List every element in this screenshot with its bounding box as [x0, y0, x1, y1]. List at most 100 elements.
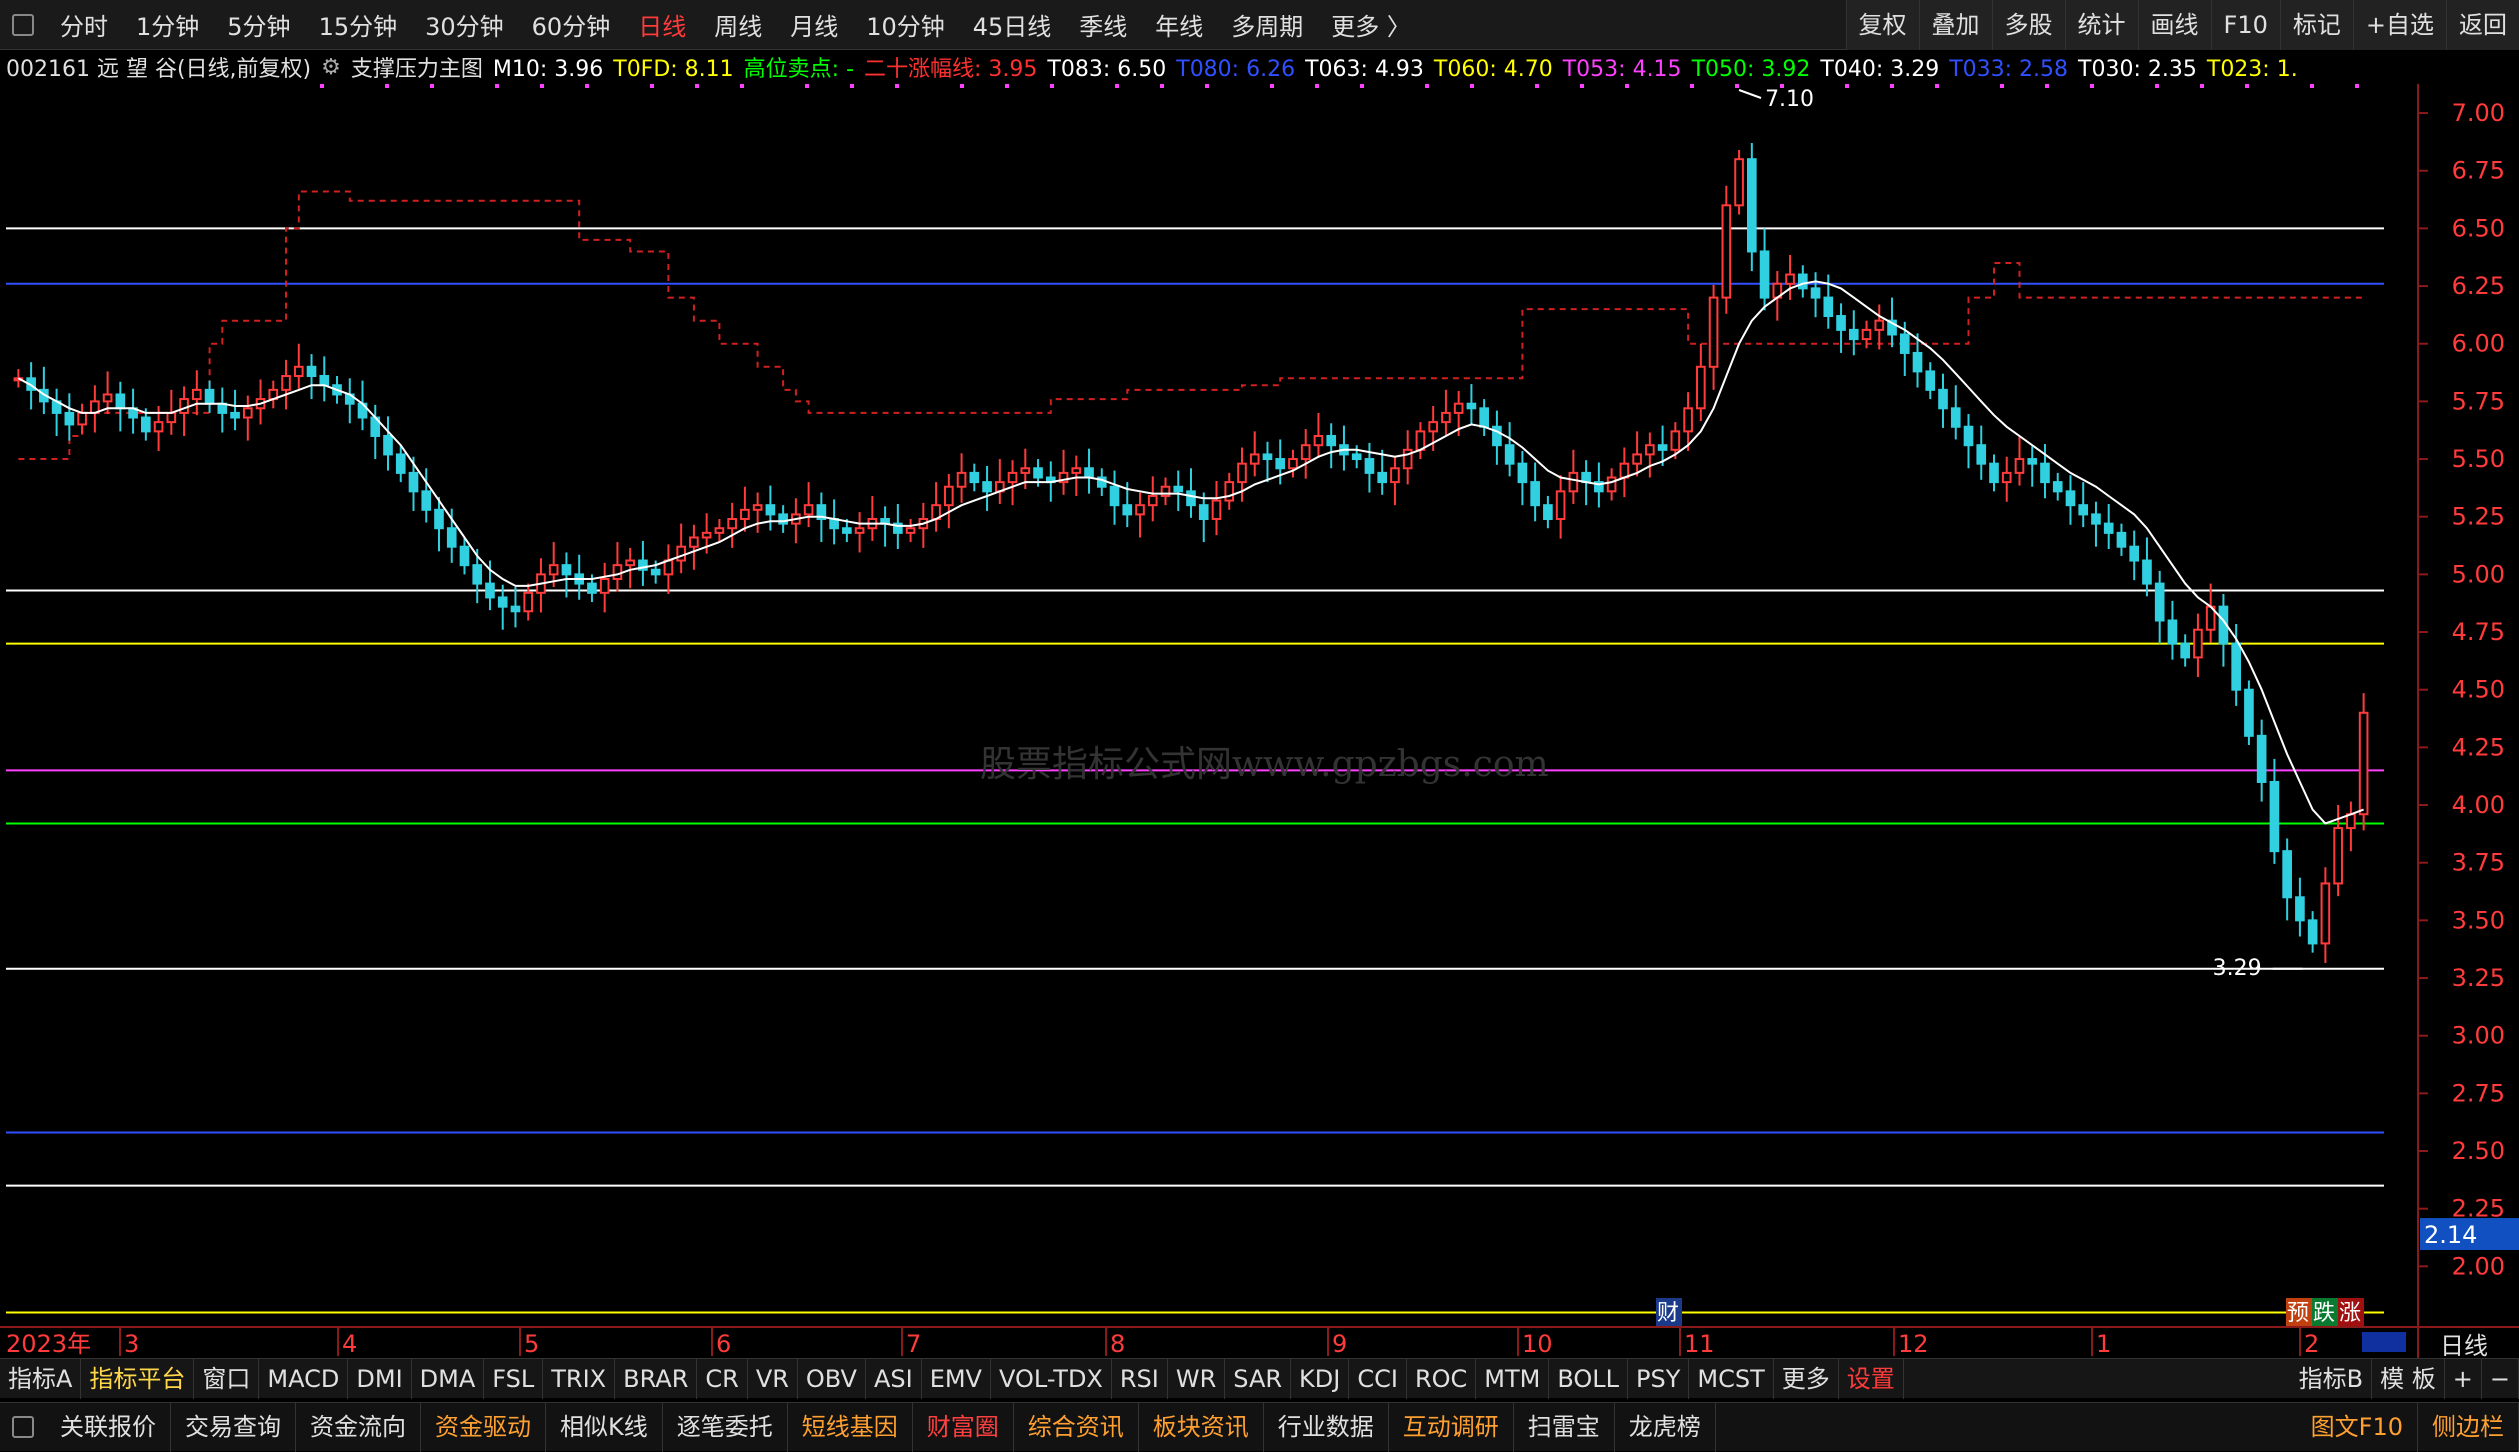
toolbar-button-7[interactable]: +自选 [2352, 0, 2446, 50]
function-button-5[interactable]: 逐笔委托 [663, 1402, 788, 1452]
period-tab-10[interactable]: 45日线 [959, 7, 1066, 42]
toolbar-button-6[interactable]: 标记 [2279, 0, 2353, 50]
toolbar-button-2[interactable]: 多股 [1991, 0, 2065, 50]
toolbar-button-1[interactable]: 叠加 [1918, 0, 1992, 50]
toolbar-button-5[interactable]: F10 [2210, 0, 2280, 50]
gear-icon[interactable]: ⚙ [321, 55, 341, 80]
toolbar-button-3[interactable]: 统计 [2064, 0, 2138, 50]
indicator-name[interactable]: 支撑压力主图 [351, 51, 483, 83]
indicator-tab-16[interactable]: WR [1168, 1358, 1226, 1399]
indicator-tab-15[interactable]: RSI [1112, 1358, 1168, 1399]
indicator-tab-14[interactable]: VOL-TDX [991, 1358, 1112, 1399]
candle-body-54 [701, 531, 712, 539]
function-button-12[interactable]: 扫雷宝 [1514, 1402, 1615, 1452]
toolbar-button-0[interactable]: 复权 [1845, 0, 1919, 50]
candle-body-14 [191, 388, 202, 401]
function-button-7[interactable]: 财富圈 [913, 1402, 1014, 1452]
window-menu-icon[interactable] [12, 13, 34, 36]
indicator-tab-11[interactable]: OBV [798, 1358, 866, 1399]
indicator-tab-25[interactable]: 更多 [1774, 1358, 1839, 1399]
period-tab-1[interactable]: 1分钟 [122, 7, 213, 42]
high-price-label: 7.10 [1765, 87, 1814, 112]
candle-body-102 [1313, 434, 1324, 447]
period-tab-5[interactable]: 60分钟 [518, 7, 625, 42]
indicator-tab-21[interactable]: MTM [1476, 1358, 1550, 1399]
period-tab-2[interactable]: 5分钟 [213, 7, 304, 42]
indicator-tab-4[interactable]: DMI [348, 1358, 412, 1399]
indicator-value-6: T063: 4.93 [1305, 57, 1424, 82]
indicator-tab-1[interactable]: 指标平台 [81, 1358, 195, 1399]
function-button-8[interactable]: 综合资讯 [1014, 1402, 1139, 1452]
period-tab-13[interactable]: 多周期 [1217, 7, 1317, 42]
candle-body-78 [1007, 471, 1018, 484]
candle-body-38 [497, 596, 508, 608]
period-tab-7[interactable]: 周线 [700, 7, 776, 42]
period-tab-0[interactable]: 分时 [46, 7, 122, 42]
function-button-0[interactable]: 关联报价 [46, 1402, 171, 1452]
indicator-tab-9[interactable]: CR [697, 1358, 748, 1399]
candle-body-29 [383, 434, 393, 456]
indicator-tab-0[interactable]: 指标A [0, 1358, 82, 1399]
indicator-tab-6[interactable]: FSL [484, 1358, 544, 1399]
signal-dot-12 [960, 84, 964, 88]
indicator-tab-20[interactable]: ROC [1407, 1358, 1477, 1399]
indicator-tab-10[interactable]: VR [748, 1358, 798, 1399]
panel-toggle-icon[interactable] [12, 1416, 34, 1438]
candle-body-76 [982, 481, 992, 493]
tabbar-right-2[interactable]: + [2445, 1359, 2482, 1399]
indicator-tab-2[interactable]: 窗口 [194, 1358, 260, 1399]
kline-chart[interactable]: 7.00 6.75 6.50 6.25 6.00 5.75 5.50 5.25 5.00 4.75… [0, 84, 2519, 1358]
signal-dot-11 [895, 84, 899, 88]
candle-body-99 [1275, 458, 1286, 470]
indicator-tab-17[interactable]: SAR [1225, 1358, 1292, 1399]
period-tab-6[interactable]: 日线 [624, 7, 700, 42]
function-right-0[interactable]: 图文F10 [2297, 1403, 2418, 1452]
signal-dot-23 [1535, 84, 1539, 88]
tabbar-right-3[interactable]: − [2482, 1359, 2519, 1399]
indicator-tab-23[interactable]: PSY [1628, 1358, 1690, 1399]
function-button-10[interactable]: 行业数据 [1264, 1402, 1389, 1452]
indicator-tab-22[interactable]: BOLL [1549, 1358, 1629, 1399]
indicator-tab-19[interactable]: CCI [1349, 1358, 1407, 1399]
resistance-line [18, 190, 2364, 460]
y-tick-label-6: 5.50 [2452, 445, 2505, 473]
candle-body-137 [1759, 250, 1770, 299]
period-tab-4[interactable]: 30分钟 [411, 7, 518, 42]
indicator-tab-26[interactable]: 设置 [1839, 1358, 1904, 1399]
indicator-tab-12[interactable]: ASI [866, 1358, 922, 1399]
function-button-2[interactable]: 资金流向 [296, 1402, 421, 1452]
signal-dot-3 [495, 84, 499, 88]
function-button-3[interactable]: 资金驱动 [421, 1402, 546, 1452]
period-tab-11[interactable]: 季线 [1065, 7, 1141, 42]
tabbar-right-0[interactable]: 指标B [2291, 1359, 2373, 1399]
period-tab-3[interactable]: 15分钟 [305, 7, 412, 42]
period-tab-9[interactable]: 10分钟 [852, 7, 959, 42]
function-button-6[interactable]: 短线基因 [788, 1402, 913, 1452]
indicator-tab-18[interactable]: KDJ [1291, 1358, 1350, 1399]
indicator-tab-24[interactable]: MCST [1689, 1358, 1774, 1399]
toolbar-button-8[interactable]: 返回 [2446, 0, 2519, 50]
function-button-1[interactable]: 交易查询 [171, 1402, 296, 1452]
tabbar-right-1[interactable]: 模 板 [2372, 1359, 2445, 1399]
toolbar-button-4[interactable]: 画线 [2137, 0, 2211, 50]
candle-body-171 [2193, 628, 2203, 659]
indicator-tab-8[interactable]: BRAR [615, 1358, 698, 1399]
candle-body-182 [2333, 827, 2343, 885]
period-tab-8[interactable]: 月线 [776, 7, 852, 42]
signal-dot-4 [540, 84, 544, 88]
signal-dot-6 [650, 84, 654, 88]
indicator-tab-3[interactable]: MACD [259, 1358, 349, 1399]
indicator-tab-7[interactable]: TRIX [543, 1358, 616, 1399]
function-button-13[interactable]: 龙虎榜 [1615, 1402, 1716, 1452]
function-right-1[interactable]: 侧边栏 [2418, 1403, 2519, 1452]
candle-body-95 [1224, 481, 1235, 502]
month-label-6: 9 [1332, 1330, 1347, 1358]
period-tab-14[interactable]: 更多 〉 [1317, 7, 1425, 42]
indicator-tab-13[interactable]: EMV [922, 1358, 991, 1399]
indicator-tab-5[interactable]: DMA [412, 1358, 485, 1399]
function-button-4[interactable]: 相似K线 [546, 1402, 663, 1452]
candle-body-129 [1657, 444, 1668, 451]
function-button-9[interactable]: 板块资讯 [1139, 1402, 1264, 1452]
function-button-11[interactable]: 互动调研 [1389, 1402, 1514, 1452]
period-tab-12[interactable]: 年线 [1141, 7, 1217, 42]
